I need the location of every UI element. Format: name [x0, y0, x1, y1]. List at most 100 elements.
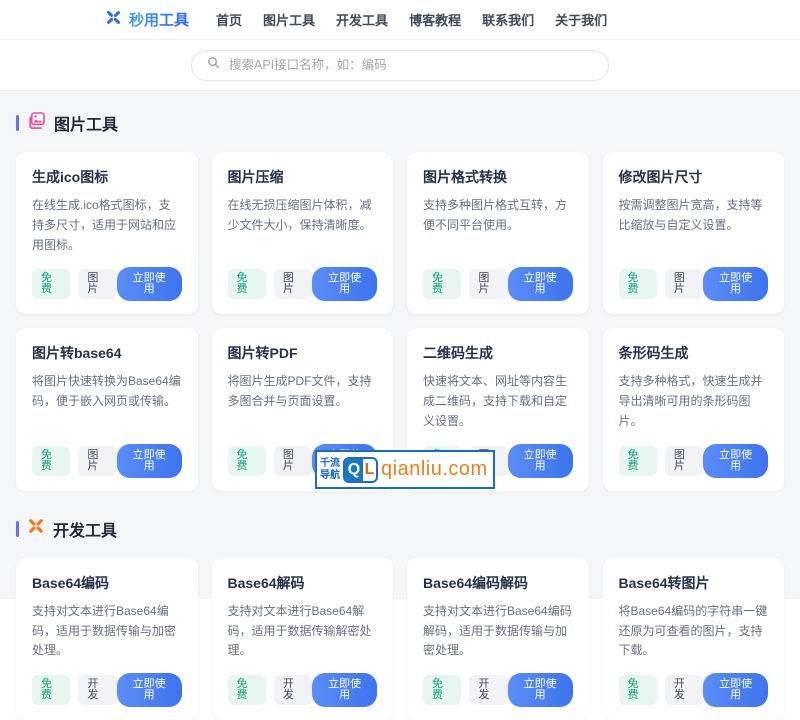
use-now-button[interactable]: 立即使用: [117, 444, 182, 478]
use-now-button[interactable]: 立即使用: [508, 444, 573, 478]
card-footer: 免费 开发 立即使用: [423, 661, 573, 707]
tool-desc: 支持对文本进行Base64解码，适用于数据传输解密处理。: [228, 602, 378, 661]
tag-free: 免费: [619, 675, 657, 705]
ql-logo-q: Q: [345, 457, 363, 483]
tag-free: 免费: [228, 269, 266, 299]
tag-category: 图片: [469, 269, 507, 299]
main-nav: 首页 图片工具 开发工具 博客教程 联系我们 关于我们: [216, 10, 607, 29]
use-now-button[interactable]: 立即使用: [117, 267, 182, 301]
tag-free: 免费: [32, 446, 70, 476]
watermark-site-name: 千流 导航: [320, 458, 340, 481]
main-content: 图片工具 生成ico图标 在线生成.ico格式图标，支持多尺寸，适用于网站和应用…: [0, 113, 800, 720]
tag-free: 免费: [32, 675, 70, 705]
tool-card-base64-encode-decode[interactable]: Base64编码解码 支持对文本进行Base64编码解码，适用于数据传输与加密处…: [407, 558, 589, 720]
tool-card-resize[interactable]: 修改图片尺寸 按需调整图片宽高，支持等比缩放与自定义设置。 免费 图片 立即使用: [603, 152, 785, 314]
tool-desc: 支持对文本进行Base64编码解码，适用于数据传输与加密处理。: [423, 602, 573, 661]
tool-desc: 在线无损压缩图片体积，减少文件大小，保持清晰度。: [228, 196, 378, 236]
watermark-line2: 导航: [320, 470, 340, 482]
tool-desc: 支持对文本进行Base64编码，适用于数据传输与加密处理。: [32, 602, 182, 661]
brand-logo[interactable]: 秒用工具: [105, 9, 189, 31]
nav-item-home[interactable]: 首页: [216, 10, 242, 29]
section-header: 开发工具: [16, 519, 784, 539]
use-now-button[interactable]: 立即使用: [508, 673, 573, 707]
tag-category: 开发: [665, 675, 703, 705]
top-navigation-bar: 秒用工具 首页 图片工具 开发工具 博客教程 联系我们 关于我们: [0, 0, 800, 40]
use-now-button[interactable]: 立即使用: [312, 673, 377, 707]
nav-item-about[interactable]: 关于我们: [555, 10, 607, 29]
tool-desc: 将图片快速转换为Base64编码，便于嵌入网页或传输。: [32, 372, 182, 412]
tool-title: 二维码生成: [423, 343, 573, 363]
section-header: 图片工具: [16, 113, 784, 133]
use-now-button[interactable]: 立即使用: [703, 444, 768, 478]
dev-tools-icon: [27, 517, 45, 540]
card-footer: 免费 图片 立即使用: [32, 432, 182, 478]
tool-card-compress[interactable]: 图片压缩 在线无损压缩图片体积，减少文件大小，保持清晰度。 免费 图片 立即使用: [212, 152, 394, 314]
tag-category: 开发: [469, 675, 507, 705]
section-accent-bar: [16, 115, 19, 131]
tool-card-base64-decode[interactable]: Base64解码 支持对文本进行Base64解码，适用于数据传输解密处理。 免费…: [212, 558, 394, 720]
tool-title: 图片转base64: [32, 343, 182, 363]
tag-category: 图片: [78, 446, 116, 476]
section-image-tools: 图片工具 生成ico图标 在线生成.ico格式图标，支持多尺寸，适用于网站和应用…: [16, 113, 784, 491]
use-now-button[interactable]: 立即使用: [703, 673, 768, 707]
qianliu-watermark[interactable]: 千流 导航 Q L qianliu.com: [315, 450, 495, 489]
search-input[interactable]: [229, 58, 594, 72]
card-footer: 免费 图片 立即使用: [619, 255, 769, 301]
tool-title: Base64编码: [32, 573, 182, 593]
tool-card-base64-encode[interactable]: Base64编码 支持对文本进行Base64编码，适用于数据传输与加密处理。 免…: [16, 558, 198, 720]
tag-free: 免费: [619, 269, 657, 299]
tag-free: 免费: [423, 675, 461, 705]
tool-title: Base64解码: [228, 573, 378, 593]
use-now-button[interactable]: 立即使用: [703, 267, 768, 301]
tool-card-format-convert[interactable]: 图片格式转换 支持多种图片格式互转，方便不同平台使用。 免费 图片 立即使用: [407, 152, 589, 314]
card-footer: 免费 图片 立即使用: [228, 255, 378, 301]
tool-title: 生成ico图标: [32, 167, 182, 187]
search-icon: [206, 55, 221, 75]
tool-desc: 按需调整图片宽高，支持等比缩放与自定义设置。: [619, 196, 769, 236]
ql-logo: Q L: [343, 457, 378, 483]
tag-category: 图片: [78, 269, 116, 299]
watermark-domain: qianliu.com: [381, 458, 488, 481]
tool-title: 图片格式转换: [423, 167, 573, 187]
tools-logo-icon: [105, 9, 122, 31]
tool-title: 图片转PDF: [228, 343, 378, 363]
card-footer: 免费 图片 立即使用: [32, 255, 182, 301]
nav-item-blog[interactable]: 博客教程: [409, 10, 461, 29]
section-dev-tools: 开发工具 Base64编码 支持对文本进行Base64编码，适用于数据传输与加密…: [16, 519, 784, 720]
image-tools-grid: 生成ico图标 在线生成.ico格式图标，支持多尺寸，适用于网站和应用图标。 免…: [16, 152, 784, 491]
tag-category: 图片: [665, 269, 703, 299]
tool-title: 修改图片尺寸: [619, 167, 769, 187]
search-box[interactable]: [191, 50, 609, 81]
tool-desc: 支持多种图片格式互转，方便不同平台使用。: [423, 196, 573, 236]
tag-free: 免费: [423, 269, 461, 299]
tool-title: Base64转图片: [619, 573, 769, 593]
tool-desc: 在线生成.ico格式图标，支持多尺寸，适用于网站和应用图标。: [32, 196, 182, 255]
brand-name: 秒用工具: [129, 9, 189, 30]
tool-card-ico[interactable]: 生成ico图标 在线生成.ico格式图标，支持多尺寸，适用于网站和应用图标。 免…: [16, 152, 198, 314]
use-now-button[interactable]: 立即使用: [312, 267, 377, 301]
tool-desc: 快速将文本、网址等内容生成二维码，支持下载和自定义设置。: [423, 372, 573, 431]
tool-desc: 支持多种格式，快速生成并导出清晰可用的条形码图片。: [619, 372, 769, 431]
tag-free: 免费: [32, 269, 70, 299]
card-footer: 免费 图片 立即使用: [619, 432, 769, 478]
card-footer: 免费 开发 立即使用: [619, 661, 769, 707]
tool-title: 图片压缩: [228, 167, 378, 187]
tool-card-base64-to-image[interactable]: Base64转图片 将Base64编码的字符串一键还原为可查看的图片，支持下载。…: [603, 558, 785, 720]
card-footer: 免费 图片 立即使用: [423, 255, 573, 301]
nav-item-dev-tools[interactable]: 开发工具: [336, 10, 388, 29]
tool-title: 条形码生成: [619, 343, 769, 363]
use-now-button[interactable]: 立即使用: [508, 267, 573, 301]
ql-logo-l: L: [363, 457, 376, 483]
section-title: 开发工具: [53, 517, 117, 541]
image-tools-icon: [27, 111, 46, 135]
nav-item-contact[interactable]: 联系我们: [482, 10, 534, 29]
section-title: 图片工具: [54, 111, 118, 135]
tool-desc: 将图片生成PDF文件，支持多图合并与页面设置。: [228, 372, 378, 412]
nav-item-image-tools[interactable]: 图片工具: [263, 10, 315, 29]
tool-card-img-to-base64[interactable]: 图片转base64 将图片快速转换为Base64编码，便于嵌入网页或传输。 免费…: [16, 328, 198, 490]
tag-category: 图片: [274, 446, 312, 476]
tag-category: 图片: [274, 269, 312, 299]
use-now-button[interactable]: 立即使用: [117, 673, 182, 707]
watermark-line1: 千流: [320, 458, 340, 470]
tool-card-barcode[interactable]: 条形码生成 支持多种格式，快速生成并导出清晰可用的条形码图片。 免费 图片 立即…: [603, 328, 785, 490]
